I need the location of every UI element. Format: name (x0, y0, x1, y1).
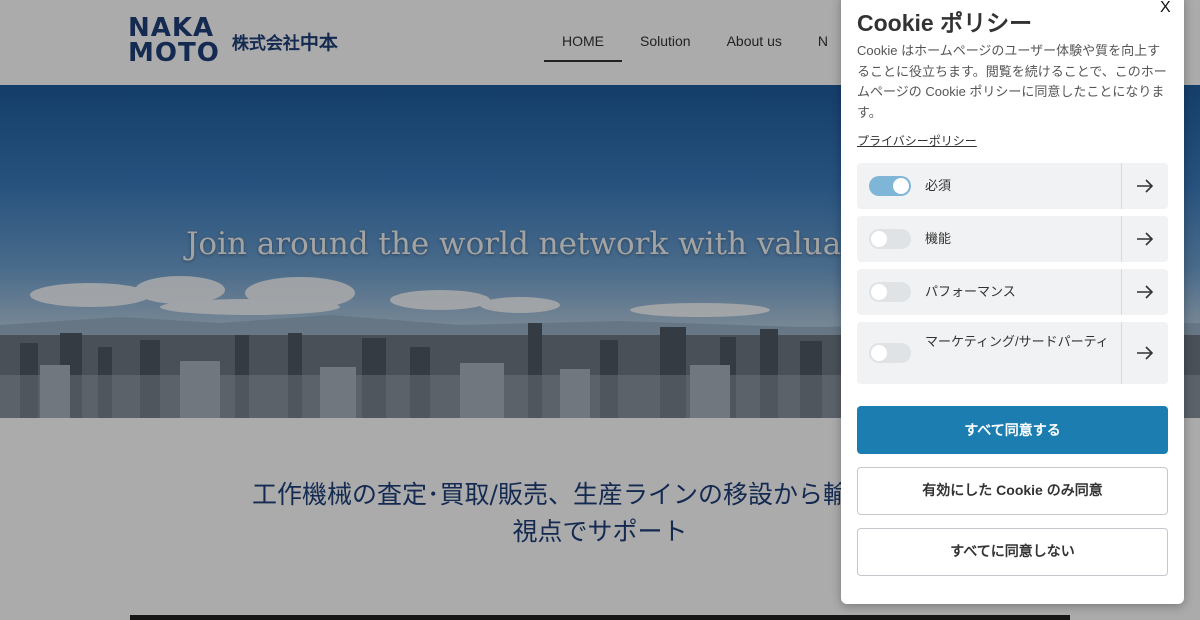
arrow-right-icon (1137, 285, 1154, 299)
expand-marketing-button[interactable] (1121, 322, 1168, 384)
cookie-category-marketing: マーケティング/サードパーティ (857, 322, 1168, 384)
category-label-required: 必須 (925, 178, 952, 193)
expand-required-button[interactable] (1121, 163, 1168, 209)
cookie-category-performance: パフォーマンス (857, 269, 1168, 315)
toggle-performance[interactable] (869, 282, 911, 302)
toggle-marketing[interactable] (869, 343, 911, 363)
toggle-functional[interactable] (869, 229, 911, 249)
accept-selected-button[interactable]: 有効にした Cookie のみ同意 (857, 467, 1168, 515)
reject-all-button[interactable]: すべてに同意しない (857, 528, 1168, 576)
close-button[interactable]: X (1160, 0, 1171, 17)
category-label-functional: 機能 (925, 231, 952, 246)
category-label-performance: パフォーマンス (925, 284, 1016, 299)
expand-performance-button[interactable] (1121, 269, 1168, 315)
toggle-knob (871, 231, 887, 247)
toggle-knob (893, 178, 909, 194)
toggle-required[interactable] (869, 176, 911, 196)
arrow-right-icon (1137, 179, 1154, 193)
privacy-policy-link[interactable]: プライバシーポリシー (857, 132, 977, 149)
cookie-panel-title: Cookie ポリシー (857, 10, 1033, 36)
expand-functional-button[interactable] (1121, 216, 1168, 262)
accept-all-button[interactable]: すべて同意する (857, 406, 1168, 454)
cookie-description: Cookie はホームページのユーザー体験や質を向上することに役立ちます。閲覧を… (857, 43, 1167, 120)
cookie-category-required: 必須 (857, 163, 1168, 209)
toggle-knob (871, 345, 887, 361)
arrow-right-icon (1137, 232, 1154, 246)
cookie-policy-panel: Cookie ポリシー X Cookie はホームページのユーザー体験や質を向上… (841, 0, 1184, 604)
cookie-category-functional: 機能 (857, 216, 1168, 262)
toggle-knob (871, 284, 887, 300)
category-label-marketing: マーケティング/サードパーティ (925, 334, 1109, 349)
arrow-right-icon (1137, 346, 1154, 360)
